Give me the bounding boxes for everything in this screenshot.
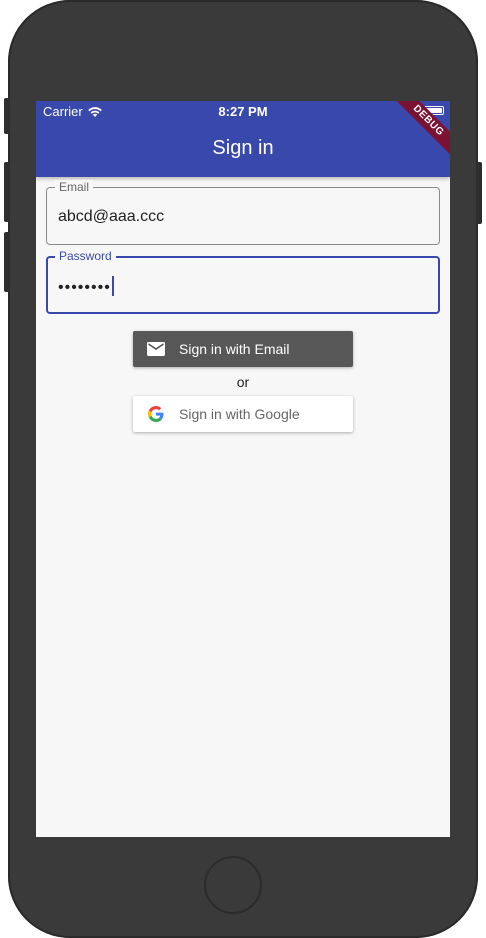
google-g-icon <box>133 406 179 422</box>
mail-icon <box>133 342 179 356</box>
volume-up-button <box>4 162 10 222</box>
password-field[interactable]: Password •••••••• <box>46 249 440 314</box>
password-dots: •••••••• <box>58 279 111 296</box>
power-button <box>476 162 482 224</box>
email-field-label: Email <box>55 180 94 194</box>
text-cursor <box>111 276 114 296</box>
home-button[interactable] <box>204 856 262 914</box>
sign-in-with-google-button[interactable]: Sign in with Google <box>133 396 353 432</box>
page-title: Sign in <box>212 137 274 159</box>
status-time: 8:27 PM <box>218 104 268 119</box>
email-field-value[interactable]: abcd@aaa.ccc <box>58 208 164 226</box>
mute-switch <box>4 98 10 134</box>
app-bar: Carrier 8:27 PM Sign in DEBUG <box>36 101 450 177</box>
volume-down-button <box>4 232 10 292</box>
sign-in-with-email-button[interactable]: Sign in with Email <box>133 331 353 367</box>
status-bar: Carrier 8:27 PM <box>36 101 450 121</box>
password-field-label: Password <box>55 249 116 263</box>
or-separator: or <box>236 374 250 390</box>
sign-in-with-email-label: Sign in with Email <box>179 341 290 357</box>
password-field-value[interactable]: •••••••• <box>58 276 114 297</box>
screen: Carrier 8:27 PM Sign in DEBUG Email abcd… <box>36 101 450 837</box>
sign-in-with-google-label: Sign in with Google <box>179 406 300 422</box>
email-field[interactable]: Email abcd@aaa.ccc <box>46 180 440 245</box>
